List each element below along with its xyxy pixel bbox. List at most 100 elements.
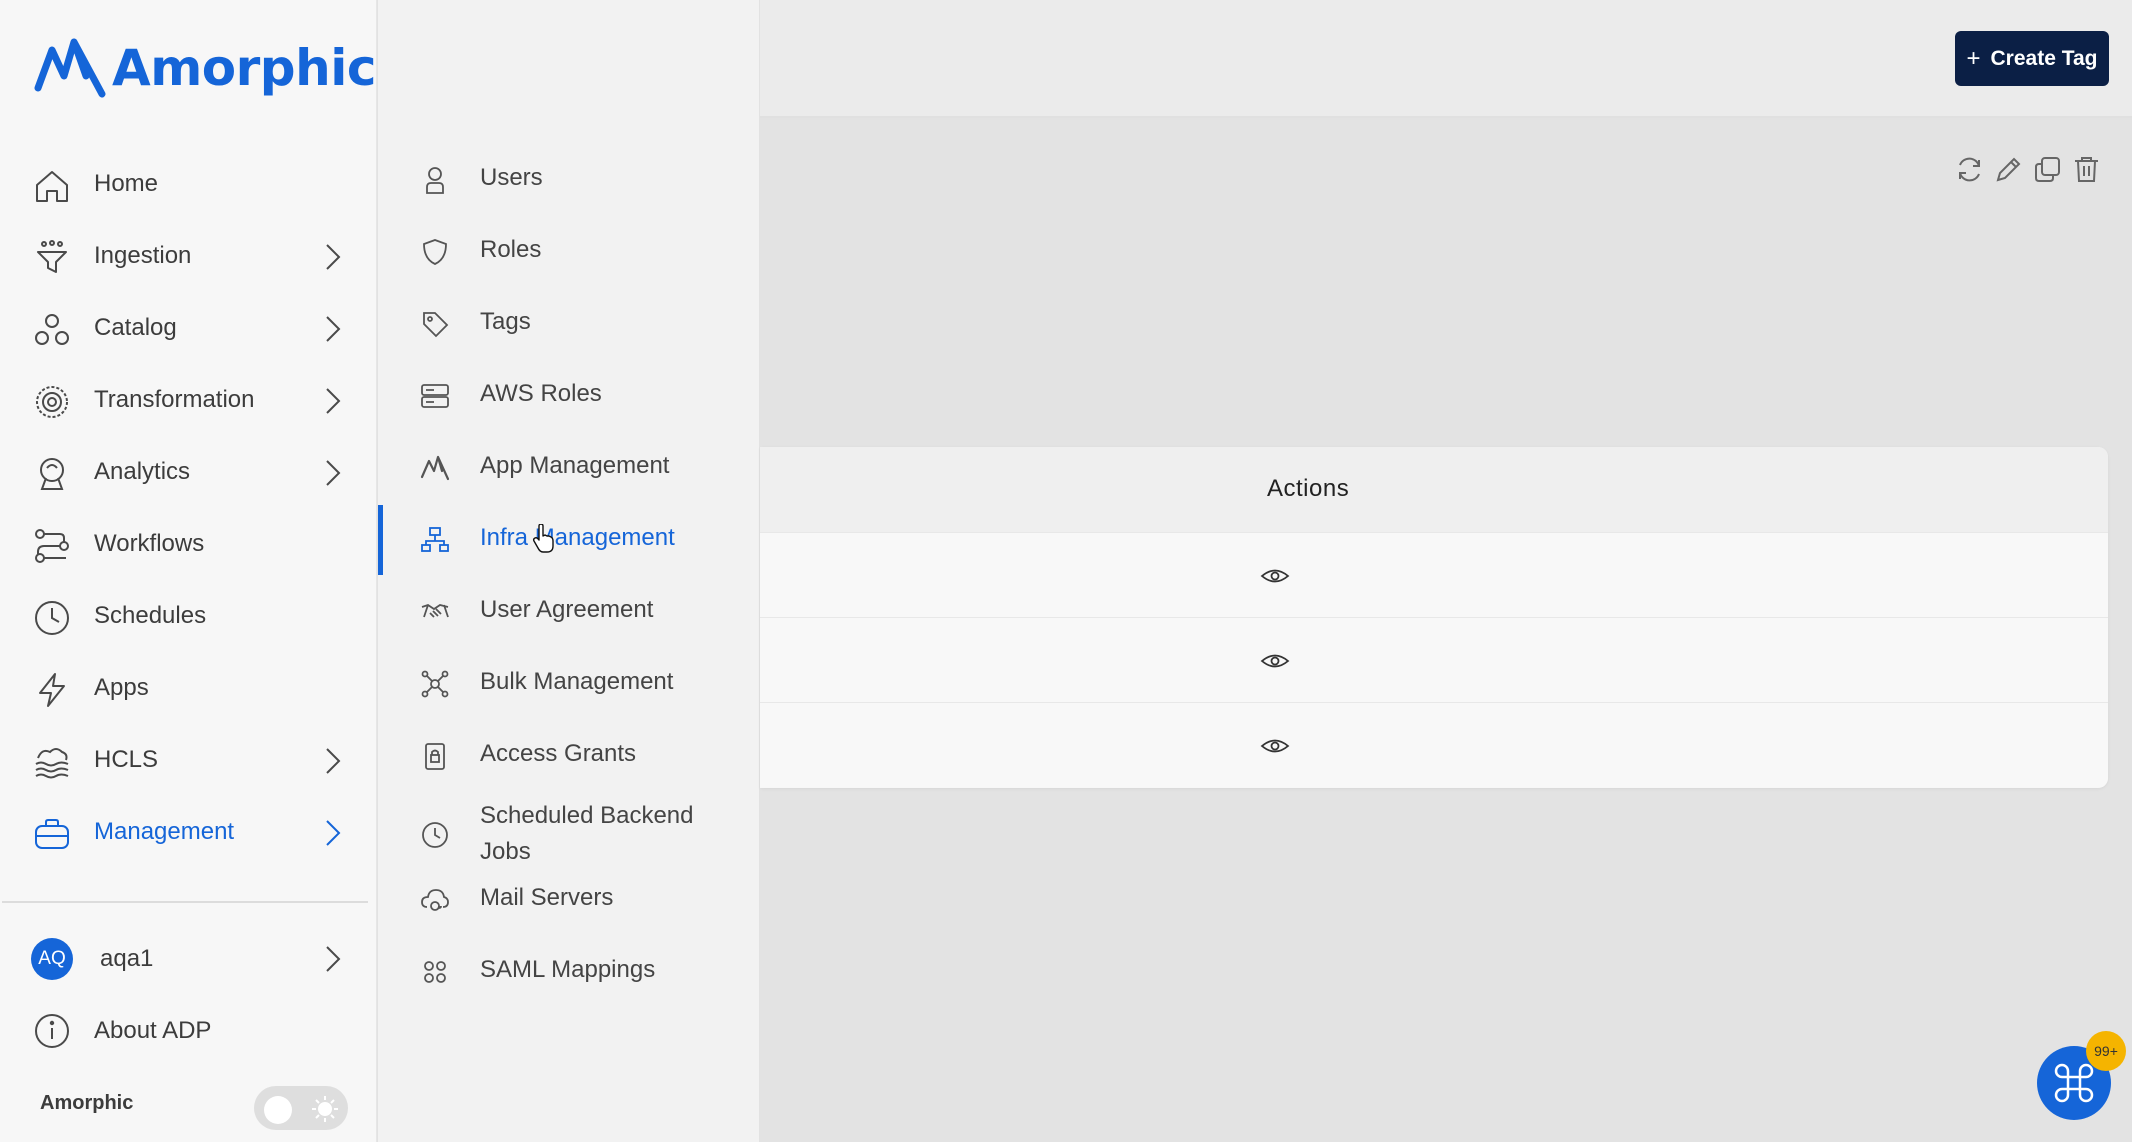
edit-icon[interactable] — [1993, 154, 2024, 185]
submenu-item-label: SAML Mappings — [480, 956, 656, 983]
submenu-item-access-grants[interactable]: Access Grants — [378, 719, 760, 791]
plus-icon: + — [1966, 44, 1981, 72]
list-toolbar — [1954, 154, 2102, 185]
management-submenu: Users Roles Tags AWS Roles App Managemen… — [378, 0, 760, 1142]
sidebar-item-catalog[interactable]: Catalog — [0, 292, 377, 364]
tag-icon — [420, 309, 450, 339]
copy-icon[interactable] — [2032, 154, 2063, 185]
info-icon — [32, 1011, 72, 1051]
tags-table: Actions — [760, 447, 2108, 788]
gear-icon — [32, 382, 72, 422]
submenu-item-aws-roles[interactable]: AWS Roles — [378, 359, 760, 431]
sidebar-item-hcls[interactable]: HCLS — [0, 724, 377, 796]
submenu-item-tags[interactable]: Tags — [378, 287, 760, 359]
user-icon — [420, 165, 450, 195]
sidebar-item-analytics[interactable]: Analytics — [0, 436, 377, 508]
command-icon — [2054, 1063, 2094, 1103]
sidebar-item-workflows[interactable]: Workflows — [0, 508, 377, 580]
about-label: About ADP — [94, 1017, 212, 1044]
submenu-item-label: Roles — [480, 236, 542, 263]
submenu-item-roles[interactable]: Roles — [378, 215, 760, 287]
handshake-icon — [420, 597, 450, 627]
analytics-icon — [32, 454, 72, 494]
nodes-icon — [420, 669, 450, 699]
table-row — [760, 532, 2108, 617]
amorphic-logo-icon — [34, 38, 106, 98]
waves-icon — [32, 742, 72, 782]
column-header-actions: Actions — [1267, 475, 1350, 502]
sidebar-item-label: Catalog — [94, 314, 177, 341]
workflow-icon — [32, 526, 72, 566]
sidebar: Amorphic Home Ingestion Catalog Transfor… — [0, 0, 377, 1142]
eye-icon[interactable] — [1260, 646, 1290, 676]
amorphic-logo[interactable]: Amorphic — [34, 36, 376, 100]
shield-icon — [420, 237, 450, 267]
submenu-item-mail-servers[interactable]: Mail Servers — [378, 863, 760, 935]
lock-icon — [420, 741, 450, 771]
submenu-item-bulk-management[interactable]: Bulk Management — [378, 647, 760, 719]
submenu-item-label: App Management — [480, 452, 670, 479]
sidebar-item-label: Transformation — [94, 386, 255, 413]
chevron-right-icon — [322, 458, 344, 488]
submenu-item-saml-mappings[interactable]: SAML Mappings — [378, 935, 760, 1007]
sidebar-item-label: HCLS — [94, 746, 159, 773]
submenu-item-label: Access Grants — [480, 740, 637, 767]
username: aqa1 — [100, 945, 154, 972]
eye-icon[interactable] — [1260, 731, 1290, 761]
logo-text: Amorphic — [112, 39, 376, 97]
create-tag-label: Create Tag — [1990, 46, 2098, 70]
sidebar-item-management[interactable]: Management — [0, 796, 377, 868]
mail-cloud-icon — [420, 885, 450, 915]
network-icon — [420, 525, 450, 555]
notification-badge: 99+ — [2086, 1031, 2126, 1071]
submenu-item-user-agreement[interactable]: User Agreement — [378, 575, 760, 647]
table-row — [760, 702, 2108, 787]
submenu-item-label: Infra Management — [480, 524, 675, 551]
sidebar-item-schedules[interactable]: Schedules — [0, 580, 377, 652]
table-row — [760, 617, 2108, 702]
submenu-item-label: User Agreement — [480, 596, 654, 623]
sidebar-item-label: Apps — [94, 674, 149, 701]
lightning-icon — [32, 670, 72, 710]
sidebar-item-label: Analytics — [94, 458, 191, 485]
submenu-item-users[interactable]: Users — [378, 143, 760, 215]
pointer-cursor-icon — [532, 524, 554, 553]
sidebar-item-ingestion[interactable]: Ingestion — [0, 220, 377, 292]
chevron-right-icon — [322, 386, 344, 416]
catalog-icon — [32, 310, 72, 350]
submenu-item-label: Tags — [480, 308, 531, 335]
sidebar-divider — [2, 901, 368, 903]
sidebar-item-label: Workflows — [94, 530, 205, 557]
home-icon — [32, 166, 72, 206]
submenu-item-label: Bulk Management — [480, 668, 674, 695]
chevron-right-icon — [322, 944, 344, 974]
user-profile-menu[interactable]: AQ aqa1 — [0, 923, 377, 995]
group-icon — [420, 957, 450, 987]
app-logo-icon — [420, 453, 450, 483]
sidebar-item-transformation[interactable]: Transformation — [0, 364, 377, 436]
refresh-icon[interactable] — [1954, 154, 1985, 185]
top-bar — [760, 0, 2132, 118]
chevron-right-icon — [322, 818, 344, 848]
brand-label: Amorphic — [40, 1092, 134, 1114]
create-tag-button[interactable]: + Create Tag — [1955, 31, 2109, 86]
clock-icon — [32, 598, 72, 638]
sidebar-nav: Home Ingestion Catalog Transformation An… — [0, 148, 377, 868]
eye-icon[interactable] — [1260, 561, 1290, 591]
sun-icon — [310, 1094, 340, 1124]
submenu-item-label: Users — [480, 164, 543, 191]
avatar: AQ — [31, 938, 73, 980]
theme-toggle[interactable] — [254, 1086, 348, 1130]
sidebar-item-label: Ingestion — [94, 242, 192, 269]
submenu-item-app-management[interactable]: App Management — [378, 431, 760, 503]
sidebar-item-label: Schedules — [94, 602, 207, 629]
submenu-item-label: Scheduled Backend Jobs — [480, 802, 694, 865]
about-adp-link[interactable]: About ADP — [0, 995, 377, 1067]
sidebar-item-apps[interactable]: Apps — [0, 652, 377, 724]
sidebar-item-label: Management — [94, 818, 235, 845]
submenu-item-label: AWS Roles — [480, 380, 602, 407]
chevron-right-icon — [322, 242, 344, 272]
submenu-item-infra-management[interactable]: Infra Management — [378, 503, 760, 575]
trash-icon[interactable] — [2071, 154, 2102, 185]
sidebar-item-home[interactable]: Home — [0, 148, 377, 220]
